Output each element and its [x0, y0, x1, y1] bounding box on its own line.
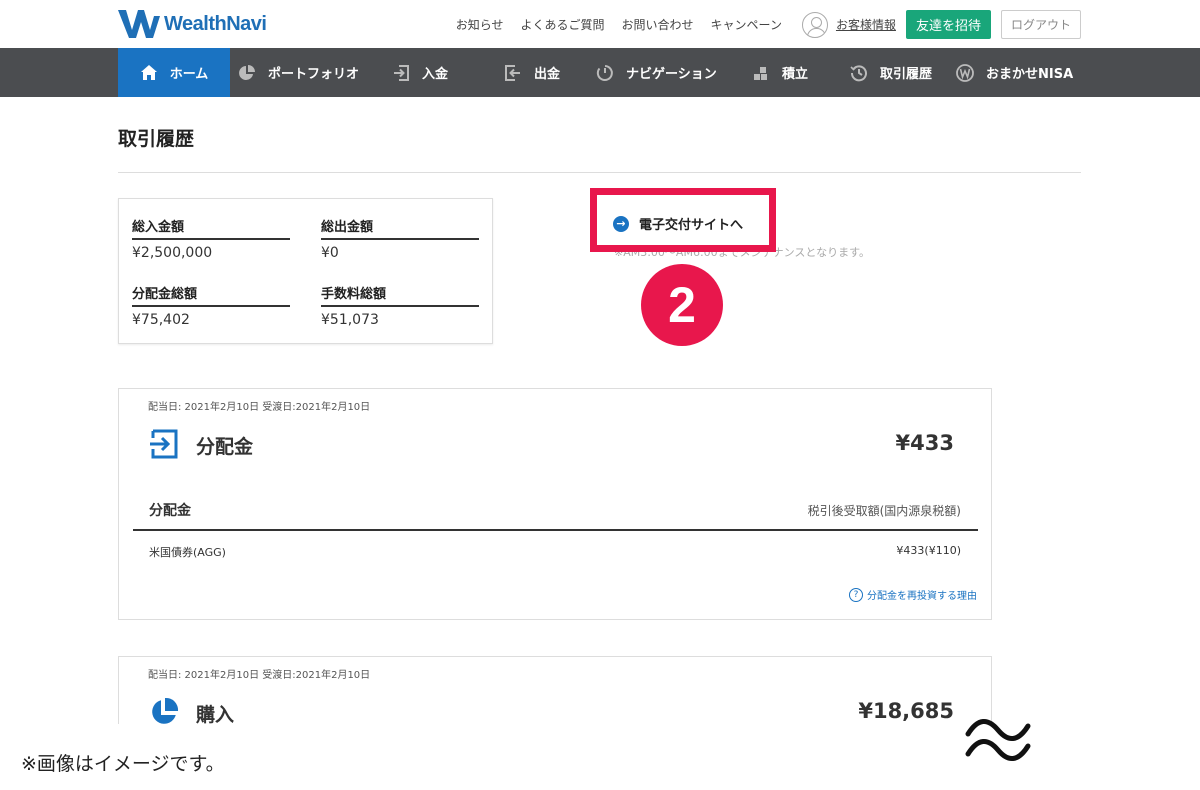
transaction-amount: ¥18,685 — [858, 699, 954, 723]
nav-home[interactable]: ホーム — [118, 48, 230, 97]
table-header-name: 分配金 — [149, 503, 191, 519]
nav-deposit-label: 入金 — [422, 67, 449, 82]
nav-portfolio-label: ポートフォリオ — [268, 67, 360, 82]
nav-portfolio[interactable]: ポートフォリオ — [238, 48, 359, 97]
transaction-title: 購入 — [196, 704, 235, 726]
edelivery-link-label: 電子交付サイトへ — [639, 218, 744, 233]
transaction-date: 配当日: 2021年2月10日 受渡日:2021年2月10日 — [148, 670, 371, 681]
nav-nisa[interactable]: おまかせNISA — [956, 48, 1073, 97]
account-info-link[interactable]: お客様情報 — [836, 16, 896, 33]
arrow-right-circle-icon: → — [613, 215, 629, 232]
approximately-equal-icon — [965, 719, 1031, 761]
nav-history-label: 取引履歴 — [880, 67, 933, 82]
nav-home-label: ホーム — [169, 67, 209, 82]
transaction-card: 配当日: 2021年2月10日 受渡日:2021年2月10日 分配金 ¥433 … — [118, 388, 992, 620]
total-fee-label: 手数料総額 — [321, 283, 479, 307]
transaction-title: 分配金 — [196, 436, 254, 458]
wealthnavi-logo-icon — [118, 10, 160, 38]
total-dividend-label: 分配金総額 — [132, 283, 290, 307]
step-number-badge: 2 — [641, 264, 723, 346]
table-rule — [133, 529, 978, 531]
edelivery-highlight: → 電子交付サイトへ — [590, 188, 776, 252]
total-withdraw: 総出金額 ¥0 — [321, 216, 479, 261]
home-icon — [140, 64, 158, 82]
dividend-in-icon — [150, 429, 178, 459]
table-header-amount: 税引後受取額(国内源泉税額) — [807, 504, 961, 518]
total-deposit-label: 総入金額 — [132, 216, 290, 240]
table-row-fund: 米国債券(AGG) — [149, 546, 226, 559]
main-nav: ホーム ポートフォリオ 入金 出金 ナビゲーション 積立 取引履歴 おまかせNI… — [0, 48, 1200, 97]
top-links: お知らせ よくあるご質問 お問い合わせ キャンペーン お客様情報 友達を招待 ロ… — [439, 10, 1081, 39]
summary-panel: 総入金額 ¥2,500,000 総出金額 ¥0 分配金総額 ¥75,402 手数… — [118, 198, 493, 344]
history-icon — [850, 64, 868, 82]
transaction-amount: ¥433 — [895, 431, 954, 455]
link-faq[interactable]: よくあるご質問 — [521, 16, 605, 33]
wealthnavi-logo[interactable]: WealthNavi — [118, 10, 267, 38]
nav-navigation[interactable]: ナビゲーション — [596, 48, 717, 97]
user-avatar-icon[interactable] — [801, 11, 828, 38]
nav-withdraw-label: 出金 — [534, 67, 561, 82]
reinvest-reason-link[interactable]: ? 分配金を再投資する理由 — [849, 587, 977, 602]
purchase-pie-icon — [152, 697, 179, 724]
link-campaign[interactable]: キャンペーン — [711, 16, 782, 33]
nav-deposit[interactable]: 入金 — [392, 48, 448, 97]
pie-chart-icon — [238, 64, 256, 82]
total-dividend: 分配金総額 ¥75,402 — [132, 283, 290, 328]
nav-history[interactable]: 取引履歴 — [850, 48, 932, 97]
navigation-icon — [596, 64, 614, 82]
nav-accumulate[interactable]: 積立 — [752, 48, 808, 97]
stack-icon — [752, 64, 770, 82]
image-disclaimer: ※画像はイメージです。 — [21, 753, 225, 775]
title-divider — [118, 172, 1081, 173]
nav-accumulate-label: 積立 — [782, 67, 809, 82]
table-row-value: ¥433(¥110) — [896, 544, 961, 557]
withdraw-icon — [504, 64, 522, 82]
question-icon: ? — [849, 587, 863, 602]
invite-friend-button[interactable]: 友達を招待 — [905, 10, 991, 39]
total-fee: 手数料総額 ¥51,073 — [321, 283, 479, 328]
nisa-icon — [956, 63, 974, 82]
logout-button[interactable]: ログアウト — [1000, 10, 1081, 39]
reinvest-reason-label: 分配金を再投資する理由 — [867, 591, 977, 602]
deposit-icon — [392, 64, 410, 82]
total-dividend-value: ¥75,402 — [132, 312, 190, 328]
top-header: WealthNavi お知らせ よくあるご質問 お問い合わせ キャンペーン お客… — [0, 0, 1200, 48]
link-contact[interactable]: お問い合わせ — [622, 16, 694, 33]
total-withdraw-label: 総出金額 — [321, 216, 479, 240]
link-news[interactable]: お知らせ — [456, 16, 504, 33]
total-withdraw-value: ¥0 — [321, 245, 339, 261]
transaction-date: 配当日: 2021年2月10日 受渡日:2021年2月10日 — [148, 402, 371, 413]
total-deposit-value: ¥2,500,000 — [132, 245, 213, 261]
nav-nisa-label: おまかせNISA — [986, 67, 1074, 82]
page-title: 取引履歴 — [118, 128, 195, 150]
nav-navigation-label: ナビゲーション — [626, 67, 717, 82]
edelivery-link[interactable]: → 電子交付サイトへ — [613, 214, 743, 233]
nav-withdraw[interactable]: 出金 — [504, 48, 560, 97]
total-fee-value: ¥51,073 — [321, 312, 379, 328]
logo-text: WealthNavi — [164, 12, 267, 35]
total-deposit: 総入金額 ¥2,500,000 — [132, 216, 290, 261]
